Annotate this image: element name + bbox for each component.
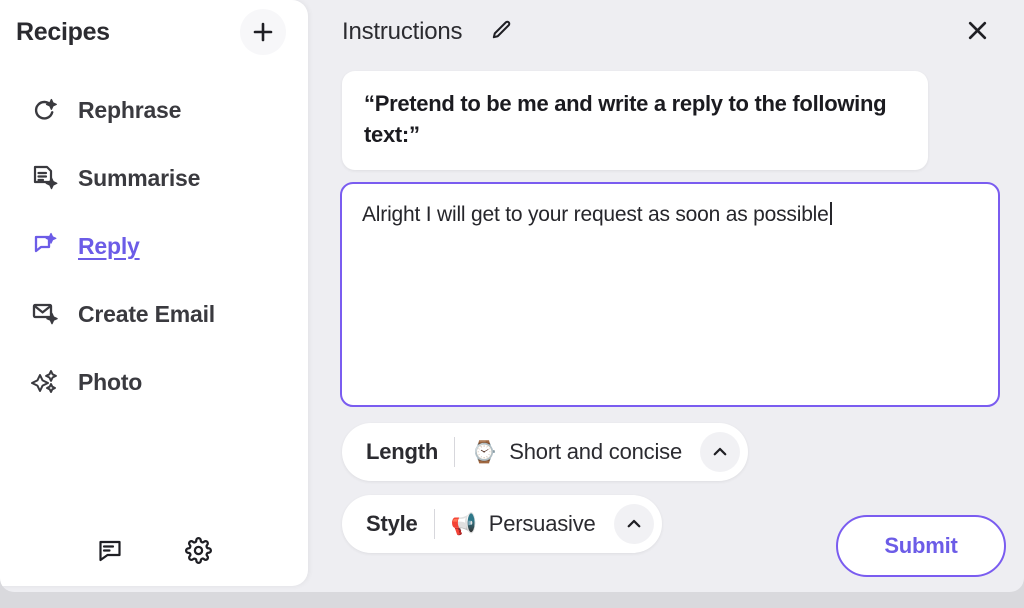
edit-instructions-button[interactable] bbox=[484, 15, 518, 49]
envelope-sparkle-icon bbox=[28, 297, 62, 331]
sidebar-item-label: Reply bbox=[78, 233, 140, 260]
document-sparkle-icon bbox=[28, 161, 62, 195]
extension-panel: Recipes bbox=[0, 0, 1024, 592]
close-button[interactable] bbox=[958, 13, 996, 51]
length-value: Short and concise bbox=[509, 439, 682, 465]
sidebar-item-label: Rephrase bbox=[78, 97, 181, 124]
feedback-button[interactable] bbox=[90, 532, 130, 572]
sidebar-header: Recipes bbox=[0, 0, 308, 64]
refresh-sparkle-icon bbox=[28, 93, 62, 127]
recipe-list: Rephrase Summarise bbox=[0, 76, 308, 416]
style-label: Style bbox=[366, 511, 418, 537]
sidebar-item-create-email[interactable]: Create Email bbox=[0, 280, 308, 348]
divider bbox=[454, 437, 455, 467]
plus-icon bbox=[251, 20, 275, 44]
sidebar-title: Recipes bbox=[16, 18, 110, 47]
reply-textarea[interactable]: Alright I will get to your request as so… bbox=[340, 182, 1000, 407]
watch-emoji: ⌚ bbox=[471, 442, 497, 463]
sidebar-item-label: Photo bbox=[78, 369, 142, 396]
pencil-icon bbox=[490, 19, 513, 45]
add-recipe-button[interactable] bbox=[240, 9, 286, 55]
sidebar-item-photo[interactable]: Photo bbox=[0, 348, 308, 416]
length-chevron-up-icon[interactable] bbox=[700, 432, 740, 472]
length-label: Length bbox=[366, 439, 438, 465]
main-header: Instructions bbox=[308, 0, 1024, 64]
instruction-text: “Pretend to be me and write a reply to t… bbox=[364, 88, 906, 150]
divider bbox=[434, 509, 435, 539]
sidebar-footer bbox=[0, 532, 308, 572]
sidebar-item-label: Summarise bbox=[78, 165, 200, 192]
close-icon bbox=[965, 18, 990, 46]
sidebar-item-label: Create Email bbox=[78, 301, 215, 328]
style-value: Persuasive bbox=[489, 511, 596, 537]
app-root: Recipes bbox=[0, 0, 1024, 608]
gear-icon bbox=[185, 537, 212, 567]
sidebar-item-summarise[interactable]: Summarise bbox=[0, 144, 308, 212]
sidebar-item-reply[interactable]: Reply bbox=[0, 212, 308, 280]
reply-text-value: Alright I will get to your request as so… bbox=[362, 203, 829, 226]
page-title: Instructions bbox=[342, 18, 462, 46]
style-chevron-up-icon[interactable] bbox=[614, 504, 654, 544]
style-option-row[interactable]: Style 📢 Persuasive bbox=[342, 495, 662, 553]
text-cursor bbox=[830, 202, 832, 225]
megaphone-emoji: 📢 bbox=[451, 514, 477, 535]
chat-sparkle-icon bbox=[28, 229, 62, 263]
submit-button[interactable]: Submit bbox=[836, 515, 1006, 577]
settings-button[interactable] bbox=[178, 532, 218, 572]
sidebar-item-rephrase[interactable]: Rephrase bbox=[0, 76, 308, 144]
sparkles-icon bbox=[28, 365, 62, 399]
chat-bubble-icon bbox=[97, 538, 123, 567]
instruction-card: “Pretend to be me and write a reply to t… bbox=[342, 71, 928, 170]
sidebar: Recipes bbox=[0, 0, 308, 586]
length-option-row[interactable]: Length ⌚ Short and concise bbox=[342, 423, 748, 481]
reply-text-content: Alright I will get to your request as so… bbox=[362, 200, 978, 230]
